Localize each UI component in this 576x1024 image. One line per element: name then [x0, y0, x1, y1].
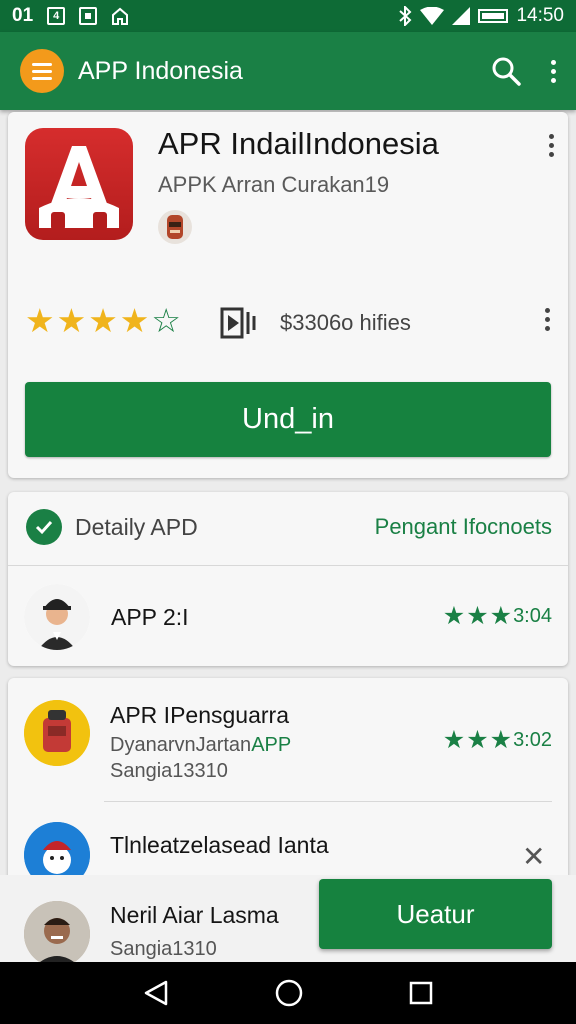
divider: [104, 801, 552, 802]
notification-icon: [79, 7, 98, 25]
list-item-meta: Sangia13310: [110, 760, 228, 782]
menu-icon[interactable]: [20, 49, 64, 93]
app-header-card: APR IndailIndonesia APPK Arran Curakan19…: [8, 112, 568, 478]
verified-check-icon: [26, 509, 62, 545]
star-filled-icon: ★: [489, 602, 513, 630]
notification-icon: 4: [47, 7, 66, 25]
clock: 14:50: [516, 5, 564, 26]
star-filled-icon: ★: [56, 302, 87, 339]
back-icon[interactable]: [142, 979, 170, 1007]
primary-action-button[interactable]: Und_in: [25, 382, 551, 457]
list-item-meta: DyanarvnJartanAPP: [110, 734, 292, 756]
signal-icon: [452, 7, 471, 25]
avatar[interactable]: [24, 584, 90, 650]
star-filled-icon: ★: [489, 726, 513, 754]
wifi-icon: [420, 7, 445, 25]
list-item-title[interactable]: Tlnleatzelasead Ianta: [110, 832, 329, 859]
star-filled-icon: ★: [25, 302, 55, 339]
details-card: Detaily APD Pengant Ifocnoets APP 2:I ★ ★…: [8, 492, 568, 666]
list-item-title[interactable]: Neril Aiar Lasma: [110, 902, 279, 929]
details-title: Detaily APD: [75, 514, 198, 540]
home-notification-icon: [112, 7, 129, 25]
more-vert-icon[interactable]: [551, 59, 556, 83]
navigation-bar: [0, 962, 576, 1024]
recents-icon[interactable]: [408, 980, 434, 1006]
bluetooth-icon: [399, 6, 412, 26]
status-bar: 01 4 14:50: [0, 0, 576, 32]
status-text: 01: [12, 5, 34, 26]
list-item-title[interactable]: APR IPensguarra: [110, 702, 289, 729]
install-count: $3306o hifies: [280, 310, 411, 335]
app-bar: APP Indonesia: [0, 32, 576, 110]
item-rating: ★ ★ ★ 3:04: [442, 602, 552, 630]
more-vert-icon[interactable]: [549, 134, 554, 157]
home-icon[interactable]: [274, 978, 304, 1008]
star-filled-icon: ★: [88, 302, 118, 339]
more-vert-icon[interactable]: [545, 308, 550, 331]
avatar[interactable]: [24, 700, 90, 766]
app-title: APR IndailIndonesia: [158, 126, 439, 161]
divider: [8, 565, 568, 566]
star-outline-icon: ☆: [151, 302, 181, 339]
star-filled-icon: ★: [442, 602, 466, 630]
close-icon[interactable]: ✕: [522, 840, 545, 873]
rating-stars: ★ ★ ★ ★ ☆: [25, 304, 183, 337]
details-link[interactable]: Pengant Ifocnoets: [375, 514, 552, 540]
app-bar-title: APP Indonesia: [78, 56, 243, 85]
list-item-meta: Sangia1310: [110, 938, 217, 960]
battery-icon: [478, 9, 509, 23]
app-logo-icon: [25, 128, 133, 240]
install-button[interactable]: Ueatur: [319, 879, 552, 949]
star-filled-icon: ★: [466, 726, 489, 754]
star-filled-icon: ★: [442, 726, 466, 754]
star-filled-icon: ★: [119, 302, 150, 339]
star-filled-icon: ★: [466, 602, 489, 630]
app-developer[interactable]: APPK Arran Curakan19: [158, 172, 389, 198]
developer-avatar[interactable]: [158, 210, 192, 244]
list-item-title[interactable]: APP 2:I: [111, 604, 189, 631]
search-icon[interactable]: [491, 56, 521, 86]
avatar[interactable]: [24, 901, 90, 967]
downloads-icon: [220, 307, 256, 339]
item-rating: ★ ★ ★ 3:02: [442, 726, 552, 754]
